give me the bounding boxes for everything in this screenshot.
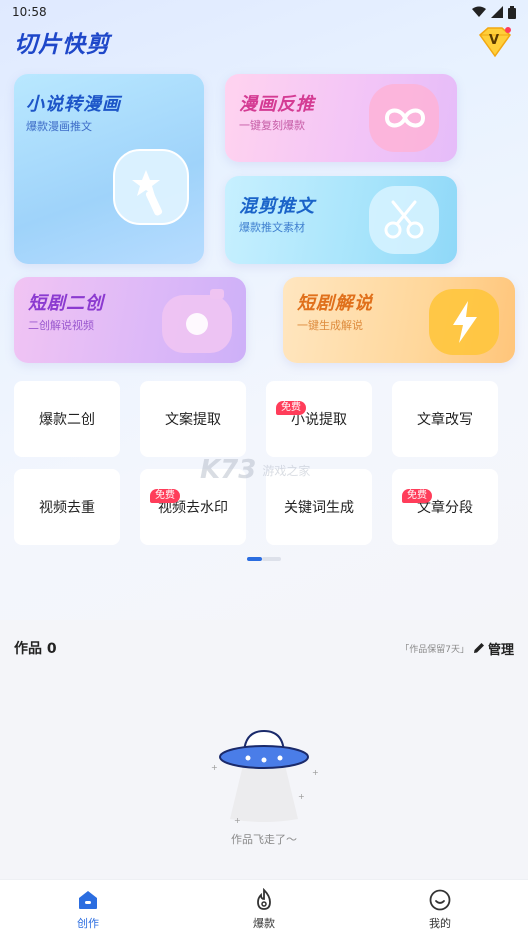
- smile-face-icon: [429, 889, 451, 911]
- status-time: 10:58: [12, 5, 47, 19]
- card-short-drama-remix[interactable]: 短剧二创 二创解说视频: [14, 277, 246, 363]
- home-icon: [79, 891, 97, 909]
- ufo-icon: + + + +: [211, 729, 319, 825]
- tool-label: 爆款二创: [39, 412, 95, 428]
- tool-label: 关键词生成: [284, 500, 354, 516]
- manage-label: 管理: [487, 642, 514, 658]
- page-indicator: [247, 557, 281, 561]
- works-actions: 「作品保留7天」 管理: [400, 639, 514, 658]
- tool-article-segment[interactable]: 免费 文章分段: [392, 469, 498, 545]
- card-subtitle: 二创解说视频: [28, 319, 94, 332]
- card-short-drama-explain[interactable]: 短剧解说 一键生成解说: [283, 277, 515, 363]
- watermark-logo: K73: [200, 455, 257, 485]
- app-header: 切片快剪 V: [0, 22, 528, 62]
- card-title: 漫画反推: [239, 94, 315, 115]
- empty-state: + + + + 作品飞走了～: [200, 725, 328, 855]
- works-title: 作品 0: [14, 641, 57, 657]
- empty-state-text: 作品飞走了～: [231, 833, 297, 846]
- lightning-icon: [429, 289, 499, 355]
- tool-viral-remix[interactable]: 爆款二创: [14, 381, 120, 457]
- status-bar: 10:58: [0, 0, 528, 24]
- tab-mine[interactable]: 我的: [352, 880, 528, 939]
- card-title: 混剪推文: [239, 196, 315, 217]
- free-badge: 免费: [150, 489, 180, 503]
- card-subtitle: 爆款漫画推文: [26, 120, 92, 133]
- tool-video-dedup[interactable]: 视频去重: [14, 469, 120, 545]
- tool-label: 文案提取: [165, 412, 221, 428]
- pencil-icon: [473, 643, 484, 653]
- tab-label: 创作: [77, 917, 99, 930]
- status-icons: [472, 5, 516, 19]
- card-title: 短剧二创: [28, 293, 104, 314]
- tool-article-rewrite[interactable]: 文章改写: [392, 381, 498, 457]
- scissors-icon: [369, 186, 439, 254]
- vip-letter: V: [489, 33, 500, 48]
- free-badge: 免费: [402, 489, 432, 503]
- tool-novel-extract[interactable]: 免费 小说提取: [266, 381, 372, 457]
- card-subtitle: 一键生成解说: [297, 319, 363, 332]
- flame-icon: [257, 888, 271, 910]
- page-dot-active: [247, 557, 262, 561]
- svg-text:+: +: [298, 792, 305, 801]
- tool-copy-extract[interactable]: 文案提取: [140, 381, 246, 457]
- manage-button[interactable]: 管理: [473, 639, 514, 658]
- card-comic-reverse[interactable]: 漫画反推 一键复刻爆款: [225, 74, 457, 162]
- retention-note: 「作品保留7天」: [400, 644, 469, 655]
- signal-icon: [491, 6, 503, 18]
- magic-wand-icon: [113, 149, 189, 225]
- card-title: 短剧解说: [297, 293, 373, 314]
- vip-badge[interactable]: V: [476, 25, 514, 59]
- free-badge: 免费: [276, 401, 306, 415]
- card-subtitle: 爆款推文素材: [239, 221, 305, 234]
- app-title: 切片快剪: [14, 32, 110, 58]
- svg-text:+: +: [234, 816, 241, 825]
- tab-label: 我的: [429, 917, 451, 930]
- card-novel-to-comic[interactable]: 小说转漫画 爆款漫画推文: [14, 74, 204, 264]
- tab-viral[interactable]: 爆款: [176, 880, 352, 939]
- battery-icon: [508, 5, 516, 19]
- card-mix-cut[interactable]: 混剪推文 爆款推文素材: [225, 176, 457, 264]
- bottom-tab-bar: 创作 爆款 我的: [0, 879, 528, 939]
- site-watermark: K73 游戏之家: [200, 452, 360, 488]
- works-header: 作品 0 「作品保留7天」 管理: [14, 637, 514, 659]
- works-count: 0: [46, 641, 57, 657]
- tool-label: 文章改写: [417, 412, 473, 428]
- svg-text:+: +: [312, 768, 319, 777]
- tool-label: 视频去重: [39, 500, 95, 516]
- tab-create[interactable]: 创作: [0, 880, 176, 939]
- svg-text:+: +: [211, 763, 218, 772]
- camera-icon: [162, 289, 232, 353]
- tab-label: 爆款: [253, 917, 275, 930]
- card-title: 小说转漫画: [26, 94, 121, 115]
- watermark-text: 游戏之家: [262, 463, 311, 478]
- page-dot-inactive: [262, 557, 281, 561]
- card-subtitle: 一键复刻爆款: [239, 119, 305, 132]
- wifi-icon: [472, 6, 486, 17]
- infinity-icon: [369, 84, 439, 152]
